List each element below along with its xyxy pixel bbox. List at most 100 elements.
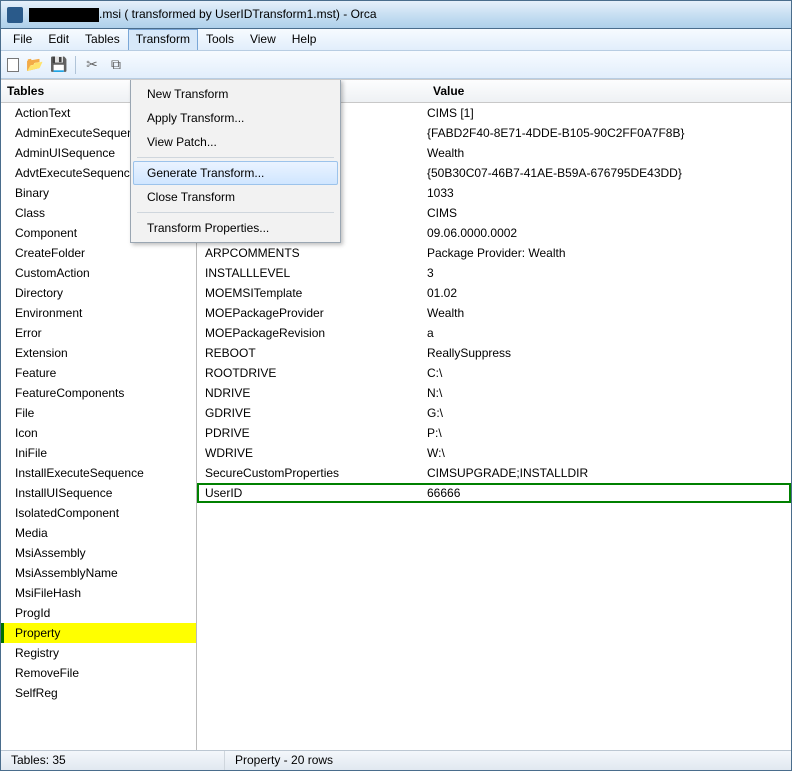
menu-tables[interactable]: Tables xyxy=(77,29,128,50)
table-row[interactable]: Error xyxy=(1,323,196,343)
property-value: 3 xyxy=(427,266,791,280)
property-value: Wealth xyxy=(427,146,791,160)
property-name: UserID xyxy=(203,486,427,500)
menu-item-transform-properties[interactable]: Transform Properties... xyxy=(133,216,338,240)
status-rows-count: Property - 20 rows xyxy=(225,751,791,770)
menu-file[interactable]: File xyxy=(5,29,40,50)
property-value: {50B30C07-46B7-41AE-B59A-676795DE43DD} xyxy=(427,166,791,180)
property-row[interactable]: MOEPackageProviderWealth xyxy=(197,303,791,323)
property-row[interactable]: WDRIVEW:\ xyxy=(197,443,791,463)
table-row[interactable]: InstallUISequence xyxy=(1,483,196,503)
copy-icon[interactable]: ⧉ xyxy=(108,57,124,73)
property-name: MOEMSITemplate xyxy=(203,286,427,300)
property-value: 1033 xyxy=(427,186,791,200)
app-icon xyxy=(7,7,23,23)
property-value: W:\ xyxy=(427,446,791,460)
menu-transform[interactable]: Transform xyxy=(128,29,198,50)
table-row[interactable]: MsiFileHash xyxy=(1,583,196,603)
title-suffix: .msi ( transformed by UserIDTransform1.m… xyxy=(99,7,377,21)
menu-edit[interactable]: Edit xyxy=(40,29,77,50)
menu-view[interactable]: View xyxy=(242,29,284,50)
menu-bar: FileEditTablesTransformToolsViewHelp xyxy=(1,29,791,51)
table-row[interactable]: SelfReg xyxy=(1,683,196,703)
property-row[interactable]: INSTALLLEVEL3 xyxy=(197,263,791,283)
property-value: CIMS [1] xyxy=(427,106,791,120)
property-row[interactable]: ROOTDRIVEC:\ xyxy=(197,363,791,383)
property-name: PDRIVE xyxy=(203,426,427,440)
menu-separator xyxy=(137,157,334,158)
table-row[interactable]: Icon xyxy=(1,423,196,443)
table-row[interactable]: IsolatedComponent xyxy=(1,503,196,523)
transform-menu-dropdown: New TransformApply Transform...View Patc… xyxy=(130,79,341,243)
status-bar: Tables: 35 Property - 20 rows xyxy=(1,750,791,770)
save-icon[interactable]: 💾 xyxy=(51,57,67,73)
table-row[interactable]: Extension xyxy=(1,343,196,363)
window-title: .msi ( transformed by UserIDTransform1.m… xyxy=(29,7,377,22)
property-row[interactable]: MOEPackageRevisiona xyxy=(197,323,791,343)
menu-tools[interactable]: Tools xyxy=(198,29,242,50)
property-value: ReallySuppress xyxy=(427,346,791,360)
property-value: {FABD2F40-8E71-4DDE-B105-90C2FF0A7F8B} xyxy=(427,126,791,140)
table-row[interactable]: Directory xyxy=(1,283,196,303)
property-name: ROOTDRIVE xyxy=(203,366,427,380)
property-name: ARPCOMMENTS xyxy=(203,246,427,260)
property-row[interactable]: UserID66666 xyxy=(197,483,791,503)
table-row[interactable]: InstallExecuteSequence xyxy=(1,463,196,483)
status-tables-count: Tables: 35 xyxy=(1,751,225,770)
menu-item-generate-transform[interactable]: Generate Transform... xyxy=(133,161,338,185)
property-value: Wealth xyxy=(427,306,791,320)
menu-help[interactable]: Help xyxy=(284,29,325,50)
table-row[interactable]: CustomAction xyxy=(1,263,196,283)
property-value: Package Provider: Wealth xyxy=(427,246,791,260)
new-file-icon[interactable] xyxy=(7,58,19,72)
table-row[interactable]: FeatureComponents xyxy=(1,383,196,403)
property-row[interactable]: NDRIVEN:\ xyxy=(197,383,791,403)
open-file-icon[interactable]: 📂 xyxy=(27,57,43,73)
property-name: MOEPackageRevision xyxy=(203,326,427,340)
property-name: SecureCustomProperties xyxy=(203,466,427,480)
table-row[interactable]: CreateFolder xyxy=(1,243,196,263)
property-value: 01.02 xyxy=(427,286,791,300)
menu-item-close-transform[interactable]: Close Transform xyxy=(133,185,338,209)
property-value: G:\ xyxy=(427,406,791,420)
main-body: Tables ActionTextAdminExecuteSequenceAdm… xyxy=(1,79,791,750)
table-row[interactable]: MsiAssemblyName xyxy=(1,563,196,583)
property-name: MOEPackageProvider xyxy=(203,306,427,320)
menu-item-new-transform[interactable]: New Transform xyxy=(133,82,338,106)
table-row[interactable]: File xyxy=(1,403,196,423)
property-value: P:\ xyxy=(427,426,791,440)
property-name: NDRIVE xyxy=(203,386,427,400)
value-column-header[interactable]: Value xyxy=(433,84,785,98)
menu-item-view-patch[interactable]: View Patch... xyxy=(133,130,338,154)
cut-icon[interactable]: ✂ xyxy=(84,57,100,73)
property-value: CIMS xyxy=(427,206,791,220)
property-value: 09.06.0000.0002 xyxy=(427,226,791,240)
table-row[interactable]: Feature xyxy=(1,363,196,383)
property-value: a xyxy=(427,326,791,340)
property-row[interactable]: REBOOTReallySuppress xyxy=(197,343,791,363)
property-row[interactable]: GDRIVEG:\ xyxy=(197,403,791,423)
title-redacted xyxy=(29,8,99,22)
property-name: WDRIVE xyxy=(203,446,427,460)
menu-item-apply-transform[interactable]: Apply Transform... xyxy=(133,106,338,130)
title-bar[interactable]: .msi ( transformed by UserIDTransform1.m… xyxy=(1,1,791,29)
toolbar-separator xyxy=(75,56,76,74)
table-row[interactable]: Environment xyxy=(1,303,196,323)
app-window: .msi ( transformed by UserIDTransform1.m… xyxy=(0,0,792,771)
property-row[interactable]: SecureCustomPropertiesCIMSUPGRADE;INSTAL… xyxy=(197,463,791,483)
table-row[interactable]: ProgId xyxy=(1,603,196,623)
table-row[interactable]: Registry xyxy=(1,643,196,663)
toolbar: 📂 💾 ✂ ⧉ xyxy=(1,51,791,79)
menu-separator xyxy=(137,212,334,213)
table-row[interactable]: IniFile xyxy=(1,443,196,463)
property-name: REBOOT xyxy=(203,346,427,360)
property-row[interactable]: ARPCOMMENTSPackage Provider: Wealth xyxy=(197,243,791,263)
property-row[interactable]: MOEMSITemplate01.02 xyxy=(197,283,791,303)
table-row[interactable]: RemoveFile xyxy=(1,663,196,683)
property-name: INSTALLLEVEL xyxy=(203,266,427,280)
property-value: CIMSUPGRADE;INSTALLDIR xyxy=(427,466,791,480)
table-row[interactable]: Media xyxy=(1,523,196,543)
property-row[interactable]: PDRIVEP:\ xyxy=(197,423,791,443)
table-row[interactable]: MsiAssembly xyxy=(1,543,196,563)
table-row[interactable]: Property xyxy=(1,623,196,643)
